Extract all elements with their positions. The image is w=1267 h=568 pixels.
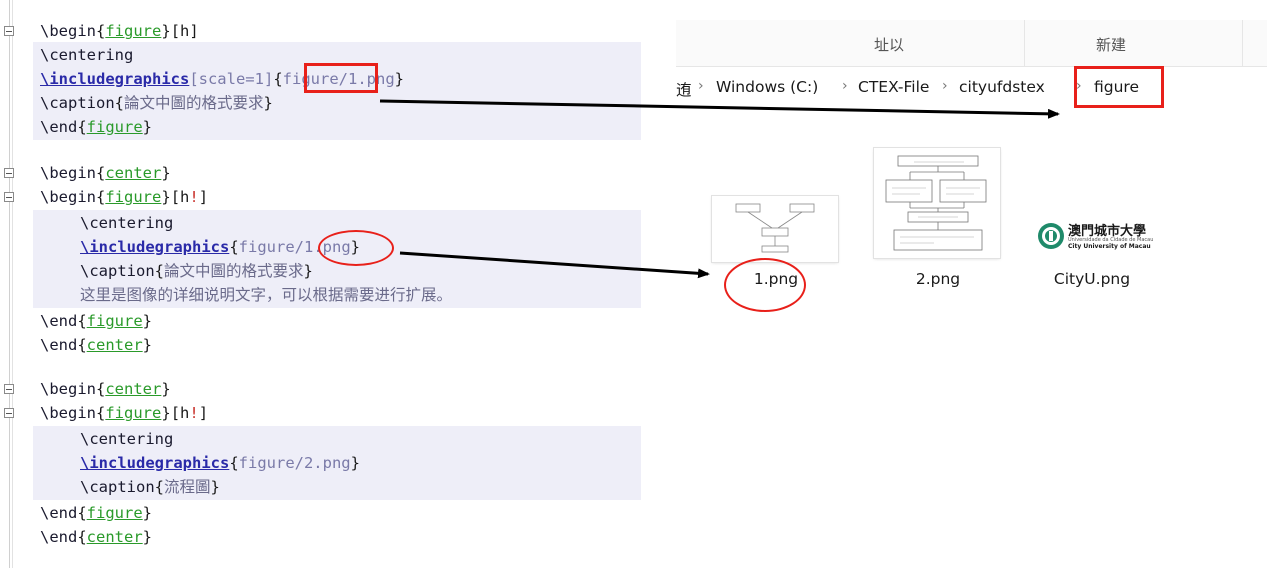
arrow-to-file xyxy=(399,251,710,279)
arrow-to-folder xyxy=(379,99,1060,119)
annotation-arrows xyxy=(379,99,1060,279)
